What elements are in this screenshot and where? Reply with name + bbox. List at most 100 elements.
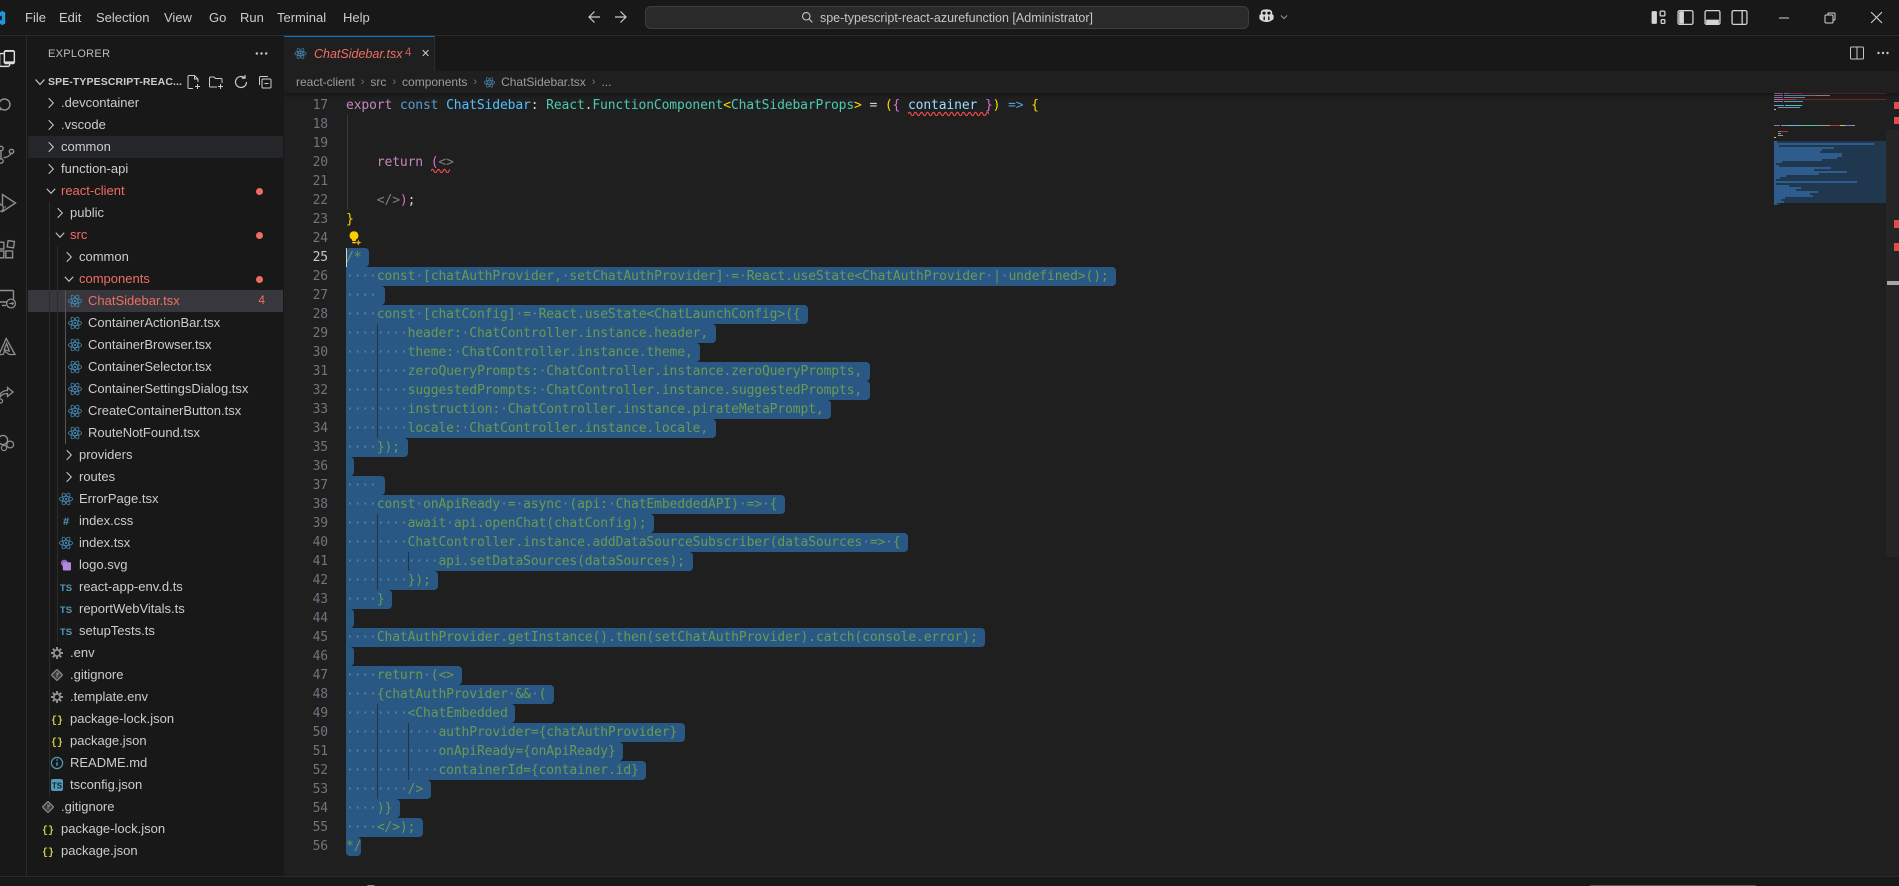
back-arrow-icon[interactable]	[586, 9, 602, 25]
explorer-sidebar: EXPLORER SPE-TYPESCRIPT-REAC... .devcont…	[28, 36, 283, 876]
tree-file-ContainerSelector.tsx[interactable]: ContainerSelector.tsx	[28, 356, 283, 378]
tree-file-index.tsx[interactable]: index.tsx	[28, 532, 283, 554]
tree-folder-common[interactable]: common	[28, 246, 283, 268]
tree-folder-routes[interactable]: routes	[28, 466, 283, 488]
tree-folder-providers[interactable]: providers	[28, 444, 283, 466]
tree-label: RouteNotFound.tsx	[88, 425, 200, 440]
tree-file-ChatSidebar.tsx[interactable]: ChatSidebar.tsx4	[28, 290, 283, 312]
tree-folder-function-api[interactable]: function-api	[28, 158, 283, 180]
menu-view[interactable]: View	[156, 0, 200, 35]
collapse-all-icon[interactable]	[257, 74, 273, 90]
toggle-panel-icon[interactable]	[1704, 9, 1721, 26]
forward-arrow-icon[interactable]	[613, 9, 629, 25]
minimap[interactable]	[1774, 93, 1886, 876]
tree-folder-public[interactable]: public	[28, 202, 283, 224]
menu-run[interactable]: Run	[232, 0, 272, 35]
tree-file-README.md[interactable]: README.md	[28, 752, 283, 774]
tree-file-.gitignore[interactable]: .gitignore	[28, 796, 283, 818]
copilot-icon-graphic	[1263, 17, 1264, 21]
menu-edit[interactable]: Edit	[51, 0, 89, 35]
tree-file-setupTests.ts[interactable]: TSsetupTests.ts	[28, 620, 283, 642]
workflow-activity-icon-graphic-graphic	[0, 399, 3, 403]
command-center-search[interactable]: spe-typescript-react-azurefunction [Admi…	[645, 6, 1249, 29]
search-activity-icon[interactable]	[0, 95, 18, 119]
tree-file-ContainerSettingsDialog.tsx[interactable]: ContainerSettingsDialog.tsx	[28, 378, 283, 400]
minimize-button[interactable]	[1761, 0, 1807, 35]
tree-file-CreateContainerButton.tsx[interactable]: CreateContainerButton.tsx	[28, 400, 283, 422]
tree-label: ContainerSettingsDialog.tsx	[88, 381, 248, 396]
tree-file-reportWebVitals.ts[interactable]: TSreportWebVitals.ts	[28, 598, 283, 620]
azure-activity-icon[interactable]	[0, 335, 18, 359]
tree-file-package-lock.json[interactable]: {}package-lock.json	[28, 818, 283, 840]
tree-label: .gitignore	[61, 799, 114, 814]
indent-guide	[347, 172, 348, 191]
restore-button[interactable]	[1807, 0, 1853, 35]
tree-folder-react-client[interactable]: react-client	[28, 180, 283, 202]
chevron-down-icon	[32, 74, 48, 90]
breadcrumb-components[interactable]: components	[402, 75, 467, 89]
tree-file-.gitignore[interactable]: .gitignore	[28, 664, 283, 686]
split-editor-icon[interactable]	[1849, 45, 1865, 61]
breadcrumb-src[interactable]: src	[370, 75, 386, 89]
code-line-55: 55····</>);	[284, 818, 1899, 837]
tab-close-icon[interactable]: ✕	[418, 46, 433, 61]
tree-file-RouteNotFound.tsx[interactable]: RouteNotFound.tsx	[28, 422, 283, 444]
tree-file-react-app-env.d.ts[interactable]: TSreact-app-env.d.ts	[28, 576, 283, 598]
tree-file-ContainerBrowser.tsx[interactable]: ContainerBrowser.tsx	[28, 334, 283, 356]
tree-file-package.json[interactable]: {}package.json	[28, 730, 283, 752]
menu-help[interactable]: Help	[335, 0, 378, 35]
toggle-secondary-sidebar-icon[interactable]	[1731, 9, 1748, 26]
close-button[interactable]	[1853, 0, 1899, 35]
menu-terminal[interactable]: Terminal	[269, 0, 334, 35]
tree-folder-components[interactable]: components	[28, 268, 283, 290]
tree-file-tsconfig.json[interactable]: TStsconfig.json	[28, 774, 283, 796]
tree-file-package.json[interactable]: {}package.json	[28, 840, 283, 862]
remote-explorer-activity-icon[interactable]	[0, 287, 18, 311]
more-actions-icon[interactable]	[1875, 45, 1891, 61]
tree-file-.template.env[interactable]: .template.env	[28, 686, 283, 708]
tree-file-package-lock.json[interactable]: {}package-lock.json	[28, 708, 283, 730]
menu-file[interactable]: File	[17, 0, 54, 35]
breadcrumb-reactclient[interactable]: react-client	[296, 75, 355, 89]
chevron-right-icon-graphic-graphic	[49, 164, 54, 174]
tab-chatsidebar[interactable]: ChatSidebar.tsx 4 ✕	[284, 36, 435, 71]
comment-token: ········<ChatEmbedded	[346, 706, 508, 721]
menu-go[interactable]: Go	[201, 0, 234, 35]
toggle-sidebar-icon[interactable]	[1677, 9, 1694, 26]
new-file-icon[interactable]	[185, 74, 201, 90]
tree-file-ErrorPage.tsx[interactable]: ErrorPage.tsx	[28, 488, 283, 510]
tree-folder-common[interactable]: common	[28, 136, 283, 158]
views-more-actions-icon[interactable]	[254, 46, 269, 61]
tree-file-index.css[interactable]: #index.css	[28, 510, 283, 532]
menu-selection[interactable]: Selection	[88, 0, 157, 35]
chevron-right-icon-graphic	[61, 469, 77, 485]
refresh-icon[interactable]	[233, 74, 249, 90]
workflow-activity-icon[interactable]	[0, 383, 18, 407]
copilot-button[interactable]	[1257, 7, 1289, 26]
lightbulb-sparkle-icon[interactable]	[346, 230, 363, 247]
project-header[interactable]: SPE-TYPESCRIPT-REAC...	[28, 71, 283, 93]
line-number: 36	[284, 457, 328, 476]
explorer-activity-icon[interactable]	[0, 47, 18, 71]
tree-folder-src[interactable]: src	[28, 224, 283, 246]
tree-folder-.vscode[interactable]: .vscode	[28, 114, 283, 136]
whitespace-dot: ·	[1001, 269, 1009, 284]
copilot-icon-graphic	[1259, 9, 1273, 22]
extensions-activity-icon[interactable]	[0, 239, 18, 263]
tree-folder-.devcontainer[interactable]: .devcontainer	[28, 92, 283, 114]
code-editor[interactable]: 17export const ChatSidebar: React.Functi…	[284, 93, 1899, 876]
scrollbar-thumb[interactable]	[1886, 130, 1899, 557]
code-line-51: 51············onApiReady={onApiReady}	[284, 742, 1899, 761]
new-folder-icon[interactable]	[208, 74, 224, 90]
source-control-activity-icon[interactable]	[0, 143, 18, 167]
breadcrumb-[interactable]: ...	[601, 75, 611, 89]
tree-file-logo.svg[interactable]: logo.svg	[28, 554, 283, 576]
breadcrumb-ChatSidebartsx[interactable]: ChatSidebar.tsx	[483, 75, 586, 89]
customize-layout-icon[interactable]	[1650, 9, 1667, 26]
react-file-icon-graphic-graphic	[65, 498, 67, 500]
tree-file-ContainerActionBar.tsx[interactable]: ContainerActionBar.tsx	[28, 312, 283, 334]
whitespace-dot: ·	[400, 326, 408, 341]
teams-toolkit-activity-icon[interactable]	[0, 431, 18, 455]
tree-file-.env[interactable]: .env	[28, 642, 283, 664]
run-debug-activity-icon[interactable]	[0, 191, 18, 215]
